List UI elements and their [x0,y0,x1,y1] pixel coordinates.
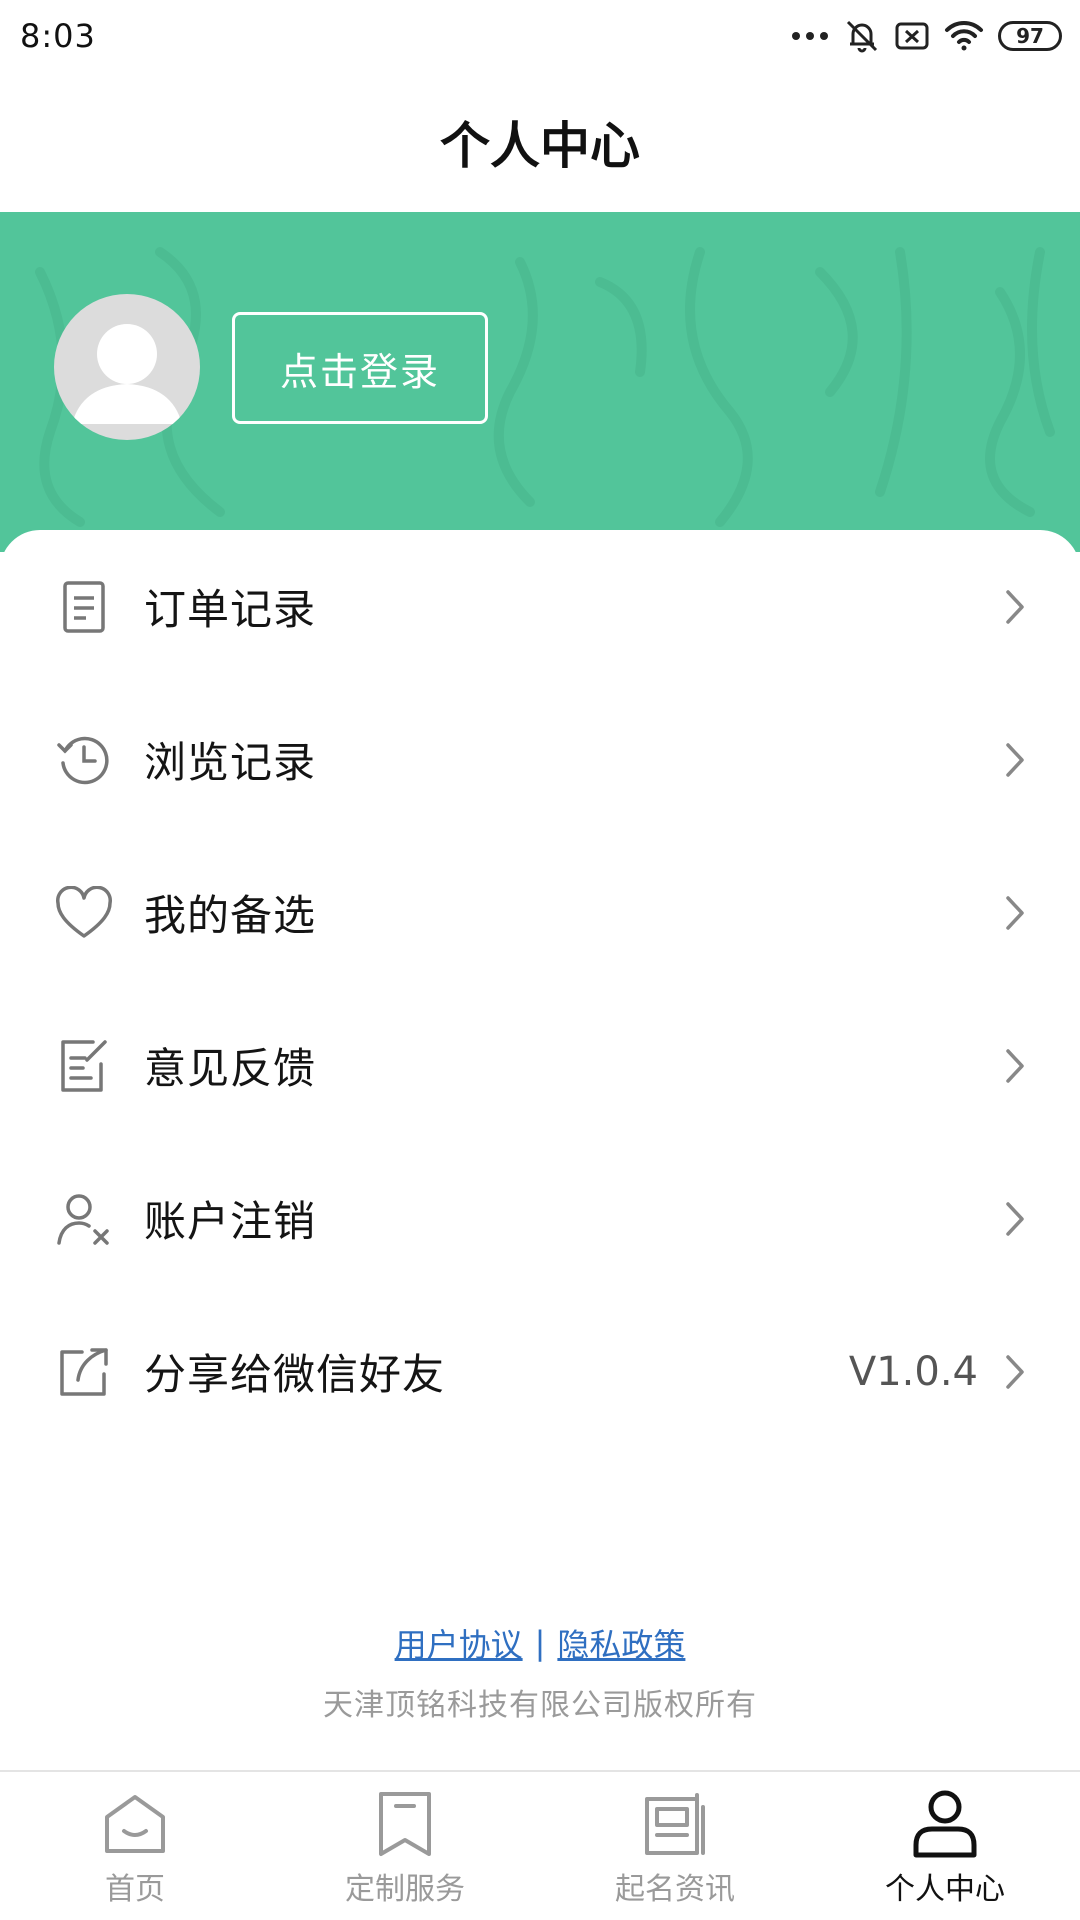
menu-item-label: 账户注销 [144,1197,317,1246]
tab-bar: 首页 定制服务 起名资讯 个人中心 [0,1770,1080,1920]
title-bar: 个人中心 [0,72,1080,212]
chevron-right-icon [1000,891,1030,935]
heart-icon [54,883,114,943]
status-bar: 8:03 97 [0,0,1080,72]
menu-item-share-wechat[interactable]: 分享给微信好友 V1.0.4 [0,1295,1080,1448]
user-remove-icon [54,1189,114,1249]
status-time: 8:03 [20,17,96,55]
status-icons: 97 [790,18,1062,54]
page-title: 个人中心 [440,117,640,175]
share-icon [54,1342,114,1402]
feedback-edit-icon [54,1036,114,1096]
tab-profile[interactable]: 个人中心 [810,1772,1080,1920]
footer-separator: | [534,1624,546,1662]
menu-item-my-favorites[interactable]: 我的备选 [0,836,1080,989]
screen: 8:03 97 个人中心 点击登录 订单记录 浏览记录 我的备选 意见反馈 账户… [0,0,1080,1920]
tab-label: 个人中心 [885,1872,1005,1907]
tab-label: 定制服务 [345,1872,465,1907]
order-list-icon [54,577,114,637]
profile-header: 点击登录 [0,212,1080,552]
sim-missing-icon [894,20,930,52]
battery-icon: 97 [998,21,1062,51]
person-icon [909,1788,981,1860]
history-icon [54,730,114,790]
news-icon [639,1788,711,1860]
bell-muted-icon [844,18,880,54]
tab-custom-service[interactable]: 定制服务 [270,1772,540,1920]
chevron-right-icon [1000,1197,1030,1241]
chevron-right-icon [1000,1350,1030,1394]
menu-item-label: 我的备选 [144,891,317,940]
home-icon [99,1788,171,1860]
login-button[interactable]: 点击登录 [232,312,488,424]
menu-item-label: 意见反馈 [144,1044,317,1093]
tab-label: 起名资讯 [615,1872,735,1907]
copyright-text: 天津顶铭科技有限公司版权所有 [323,1688,757,1723]
menu-item-order-records[interactable]: 订单记录 [0,530,1080,683]
avatar[interactable] [54,294,200,440]
app-version: V1.0.4 [848,1348,978,1395]
wifi-icon [944,19,984,53]
tab-naming-news[interactable]: 起名资讯 [540,1772,810,1920]
footer-links: 用户协议 | 隐私政策 [0,1618,1080,1668]
menu-item-label: 浏览记录 [144,738,317,787]
menu-item-browse-history[interactable]: 浏览记录 [0,683,1080,836]
menu-card: 订单记录 浏览记录 我的备选 意见反馈 账户注销 分享给微信好友 V1.0.4 [0,530,1080,1430]
chevron-right-icon [1000,738,1030,782]
menu-item-label: 分享给微信好友 [144,1350,446,1399]
chevron-right-icon [1000,585,1030,629]
more-dots-icon [790,30,830,42]
menu-item-feedback[interactable]: 意见反馈 [0,989,1080,1142]
chevron-right-icon [1000,1044,1030,1088]
privacy-policy-link[interactable]: 隐私政策 [557,1620,685,1666]
menu-item-account-cancel[interactable]: 账户注销 [0,1142,1080,1295]
menu-item-label: 订单记录 [144,585,317,634]
tab-home[interactable]: 首页 [0,1772,270,1920]
user-agreement-link[interactable]: 用户协议 [395,1620,523,1666]
tab-label: 首页 [105,1872,165,1907]
bookmark-icon [369,1788,441,1860]
